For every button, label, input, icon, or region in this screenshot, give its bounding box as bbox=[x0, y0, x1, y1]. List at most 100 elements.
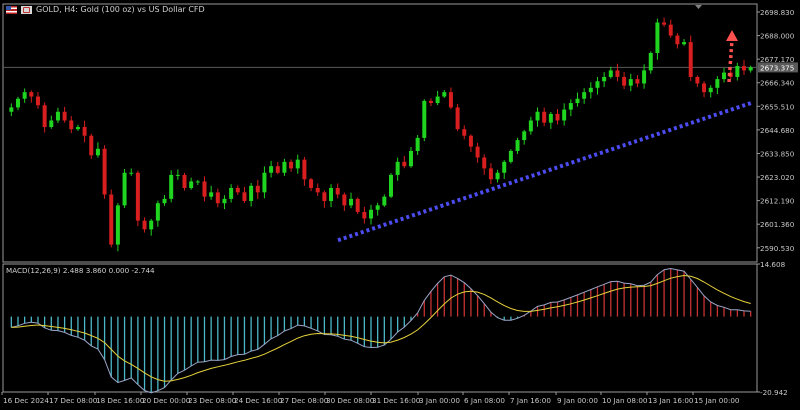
candle-up bbox=[568, 103, 573, 110]
candle-up bbox=[382, 196, 387, 206]
candle-down bbox=[215, 192, 220, 204]
us-flag-icon bbox=[6, 5, 17, 14]
candle-down bbox=[462, 129, 467, 136]
time-tick-label: 24 Dec 16:00 bbox=[234, 396, 283, 405]
candle-up bbox=[608, 70, 613, 77]
price-tick-label: 2612.190 bbox=[760, 197, 795, 206]
candle-up bbox=[682, 42, 687, 45]
time-tick-label: 7 Jan 16:00 bbox=[510, 396, 551, 405]
time-tick-label: 31 Dec 16:00 bbox=[372, 396, 421, 405]
candle-down bbox=[615, 70, 620, 77]
time-tick-label: 18 Dec 16:00 bbox=[96, 396, 145, 405]
candle-up bbox=[349, 198, 354, 206]
candle-down bbox=[29, 92, 34, 97]
price-tick-label: 2623.020 bbox=[760, 173, 795, 182]
candle-up bbox=[22, 92, 27, 99]
candle-up bbox=[722, 72, 727, 80]
candle-down bbox=[335, 187, 340, 195]
candle-down bbox=[362, 211, 367, 219]
candle-up bbox=[375, 205, 380, 210]
time-tick-label: 3 Jan 00:00 bbox=[419, 396, 460, 405]
candle-up bbox=[115, 205, 120, 245]
macd-pane-frame bbox=[2, 263, 758, 393]
candle-down bbox=[42, 105, 47, 128]
candle-down bbox=[142, 220, 147, 230]
candle-up bbox=[642, 70, 647, 84]
time-tick-label: 17 Dec 08:00 bbox=[49, 396, 98, 405]
candle-down bbox=[69, 120, 74, 130]
candle-up bbox=[155, 203, 160, 221]
candle-up bbox=[515, 140, 520, 151]
chart-header: GOLD, H4: Gold (100 oz) vs US Dollar CFD bbox=[6, 5, 205, 14]
price-tick-label: 2601.360 bbox=[760, 220, 795, 229]
time-tick-label: 30 Dec 08:00 bbox=[326, 396, 375, 405]
candle-up bbox=[249, 185, 254, 202]
chart-canvas: 2698.8302688.0002677.1702666.3402655.510… bbox=[1, 3, 798, 405]
candle-up bbox=[209, 192, 214, 197]
candle-down bbox=[688, 42, 693, 77]
candle-up bbox=[648, 52, 653, 71]
candle-up bbox=[295, 159, 300, 169]
candle-up bbox=[628, 79, 633, 86]
candle-down bbox=[102, 148, 107, 195]
candle-up bbox=[195, 181, 200, 183]
candle-down bbox=[202, 181, 207, 197]
symbol-icon bbox=[21, 5, 32, 14]
candle-up bbox=[162, 198, 167, 204]
candle-up bbox=[715, 79, 720, 88]
candle-down bbox=[475, 146, 480, 158]
time-tick-label: 9 Jan 00:00 bbox=[557, 396, 598, 405]
candle-down bbox=[355, 198, 360, 212]
price-tick-label: 2655.510 bbox=[760, 102, 795, 111]
candle-up bbox=[708, 87, 713, 93]
candle-up bbox=[282, 161, 287, 173]
candle-down bbox=[322, 192, 327, 202]
candle-down bbox=[89, 135, 94, 156]
candle-down bbox=[448, 92, 453, 108]
macd-tick-label: 14.608 bbox=[760, 260, 786, 269]
candle-up bbox=[189, 181, 194, 188]
candle-down bbox=[182, 174, 187, 188]
candle-up bbox=[735, 66, 740, 77]
macd-title: MACD(12,26,9) 2.488 3.860 0.000 -2.744 bbox=[6, 266, 155, 275]
candle-down bbox=[82, 127, 87, 136]
time-tick-label: 20 Dec 00:00 bbox=[142, 396, 191, 405]
time-tick-label: 16 Dec 2024 bbox=[3, 396, 49, 405]
candle-down bbox=[135, 172, 140, 221]
price-tick-label: 2698.830 bbox=[760, 8, 795, 17]
candle-down bbox=[668, 24, 673, 36]
up-arrow-icon bbox=[726, 30, 738, 41]
candle-down bbox=[482, 157, 487, 169]
candle-up bbox=[149, 220, 154, 230]
candle-down bbox=[289, 161, 294, 169]
candle-up bbox=[748, 67, 753, 71]
candle-up bbox=[122, 172, 127, 206]
candle-down bbox=[302, 159, 307, 180]
macd-tick-label: -20.942 bbox=[760, 388, 788, 397]
candle-up bbox=[169, 174, 174, 199]
time-tick-label: 15 Jan 00:00 bbox=[694, 396, 740, 405]
price-tick-label: 2644.680 bbox=[760, 126, 795, 135]
candle-up bbox=[422, 100, 427, 138]
candle-up bbox=[75, 127, 80, 130]
candle-down bbox=[242, 192, 247, 202]
price-tick-label: 2666.340 bbox=[760, 79, 795, 88]
candle-up bbox=[595, 81, 600, 88]
candle-up bbox=[508, 150, 513, 162]
candle-up bbox=[442, 92, 447, 97]
candle-up bbox=[602, 76, 607, 82]
candle-up bbox=[129, 172, 134, 174]
candle-up bbox=[269, 166, 274, 173]
candle-down bbox=[62, 111, 67, 121]
candle-up bbox=[562, 109, 567, 121]
price-tick-label: 2688.000 bbox=[760, 32, 795, 41]
candle-down bbox=[555, 113, 560, 121]
candle-up bbox=[175, 174, 180, 176]
candle-down bbox=[235, 187, 240, 193]
time-tick-label: 6 Jan 08:00 bbox=[464, 396, 505, 405]
candle-down bbox=[542, 111, 547, 123]
candle-down bbox=[635, 79, 640, 84]
candle-up bbox=[502, 161, 507, 173]
candle-up bbox=[408, 150, 413, 167]
candle-up bbox=[588, 87, 593, 93]
